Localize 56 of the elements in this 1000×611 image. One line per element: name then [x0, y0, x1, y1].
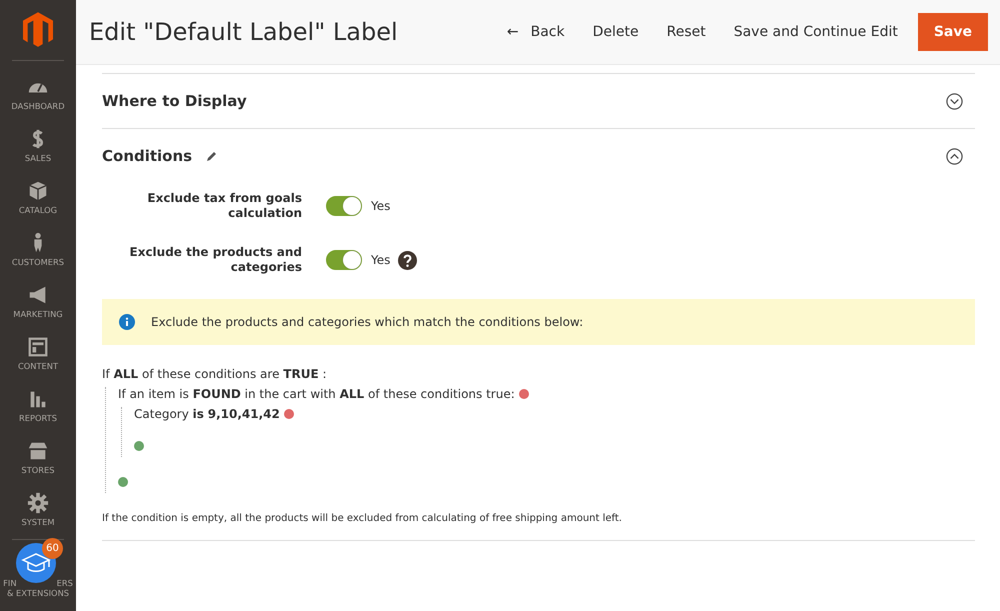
help-note: If the condition is empty, all the products will be excluded from calculating of free shipping amount left.	[102, 513, 975, 541]
nav-item[interactable]: SALES	[24, 119, 52, 171]
expand-icon[interactable]	[946, 92, 963, 110]
action-button[interactable]: Delete	[580, 16, 651, 48]
nav-icon	[26, 492, 49, 514]
add-condition-icon[interactable]	[134, 441, 144, 451]
remove-icon[interactable]	[284, 409, 294, 419]
section-header[interactable]: Where to Display	[102, 73, 975, 128]
condition-text: If an item is FOUND in the cart with ALL of these conditions true:	[118, 387, 515, 401]
nav-label: SALES	[24, 152, 52, 162]
field-label: Exclude tax from goals calculation	[146, 191, 302, 221]
nav-item[interactable]: CONTENT	[18, 327, 58, 379]
nav-icon	[27, 336, 49, 358]
action-button[interactable]: Save and Continue Edit	[722, 16, 910, 48]
nav-item[interactable]: CATALOG	[18, 171, 58, 223]
nav-label: FIN	[3, 578, 17, 588]
nav-item[interactable]: CUSTOMERS	[12, 223, 64, 275]
nav-label: MARKETING	[13, 308, 63, 318]
nav-label: ERS	[56, 578, 73, 588]
section-title: Where to Display	[102, 92, 247, 110]
nav-label: REPORTS	[18, 412, 58, 422]
condition-text: If ALL of these conditions are TRUE :	[102, 367, 327, 381]
back-button[interactable]: ← Back	[494, 16, 577, 48]
nav-icon	[27, 180, 49, 202]
add-condition-icon[interactable]	[118, 477, 128, 487]
section-header[interactable]: Conditions	[102, 128, 975, 183]
action-button[interactable]: Reset	[654, 16, 718, 48]
nav-label: CONTENT	[18, 360, 58, 370]
nav-item[interactable]: DASHBOARD	[11, 67, 65, 119]
nav-label: CUSTOMERS	[12, 256, 64, 266]
condition-text: Category is 9,10,41,42	[134, 407, 280, 421]
help-icon[interactable]	[398, 250, 418, 270]
nav-label: DASHBOARD	[11, 100, 65, 110]
nav-label: STORES	[21, 464, 55, 474]
nav-item[interactable]: REPORTS	[18, 379, 58, 431]
toggle-switch[interactable]	[326, 250, 362, 270]
notice-text: Exclude the products and categories which match the conditions below:	[151, 315, 584, 329]
nav-label: CATALOG	[18, 204, 58, 214]
section-title: Conditions	[102, 147, 192, 165]
graduation-cap-icon	[21, 551, 51, 575]
toggle-value: Yes	[371, 253, 390, 267]
toggle-value: Yes	[371, 199, 390, 213]
nav-item[interactable]: MARKETING	[13, 275, 63, 327]
page-title: Edit "Default Label" Label	[89, 18, 398, 46]
info-icon	[119, 314, 135, 330]
pencil-icon[interactable]	[206, 150, 218, 162]
nav-label: & EXTENSIONS	[6, 588, 70, 598]
toggle-switch[interactable]	[326, 196, 362, 216]
nav-item[interactable]: STORES	[21, 431, 55, 483]
remove-icon[interactable]	[518, 389, 529, 399]
field-label: Exclude the products and categories	[128, 245, 302, 275]
nav-label: SYSTEM	[21, 516, 55, 526]
logo-icon[interactable]	[23, 12, 53, 48]
nav-item[interactable]: SYSTEM	[21, 483, 55, 535]
save-button[interactable]: Save	[918, 13, 988, 51]
collapse-icon[interactable]	[946, 148, 963, 164]
